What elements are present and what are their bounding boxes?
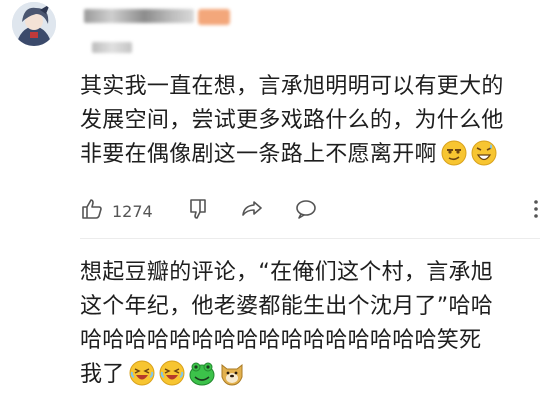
more-options-button[interactable] bbox=[524, 196, 548, 226]
sweat-grin-emoji-icon bbox=[471, 140, 497, 166]
doge-emoji-icon bbox=[219, 360, 245, 386]
comment-bubble-icon bbox=[294, 197, 318, 225]
like-button[interactable]: 1274 bbox=[80, 196, 153, 226]
laugh-cry-emoji-icon bbox=[159, 360, 185, 386]
thumbs-down-icon bbox=[186, 197, 210, 225]
share-button[interactable] bbox=[240, 196, 264, 226]
comment-line: 其实我一直在想，言承旭明明可以有更大的 bbox=[80, 74, 504, 99]
comment-divider bbox=[80, 238, 540, 239]
reply-line: 这个年纪，他老婆都能生出个沈月了”哈哈 bbox=[80, 294, 494, 319]
like-count: 1274 bbox=[112, 201, 153, 221]
thumbs-up-icon bbox=[80, 197, 104, 225]
comment-line-text: 非要在偶像剧这一条路上不愿离开啊 bbox=[80, 142, 437, 167]
reply-body: 想起豆瓣的评论，“在俺们这个村，言承旭 这个年纪，他老婆都能生出个沈月了”哈哈 … bbox=[80, 256, 540, 392]
smug-emoji-icon bbox=[441, 140, 467, 166]
comment-line: 发展空间，尝试更多戏路什么的，为什么他 bbox=[80, 108, 504, 133]
reply-button[interactable] bbox=[294, 196, 318, 226]
reply-line: 我了 bbox=[80, 358, 540, 392]
dislike-button[interactable] bbox=[186, 196, 210, 226]
reply-line-text: 我了 bbox=[80, 362, 125, 387]
user-avatar[interactable] bbox=[12, 2, 56, 46]
comment-line: 非要在偶像剧这一条路上不愿离开啊 bbox=[80, 138, 540, 172]
comment-actions: 1274 bbox=[80, 196, 540, 226]
reply-line: 想起豆瓣的评论，“在俺们这个村，言承旭 bbox=[80, 260, 494, 285]
comment-body: 其实我一直在想，言承旭明明可以有更大的 发展空间，尝试更多戏路什么的，为什么他 … bbox=[80, 70, 540, 172]
more-dots-icon bbox=[524, 197, 548, 225]
share-arrow-icon bbox=[240, 197, 264, 225]
timestamp-blurred bbox=[92, 42, 132, 53]
reply-line: 哈哈哈哈哈哈哈哈哈哈哈哈哈哈哈哈笑死 bbox=[80, 328, 482, 353]
laugh-cry-emoji-icon bbox=[129, 360, 155, 386]
user-badge-blurred bbox=[198, 9, 230, 25]
frog-emoji-icon bbox=[189, 360, 215, 386]
username-blurred[interactable] bbox=[84, 9, 194, 23]
